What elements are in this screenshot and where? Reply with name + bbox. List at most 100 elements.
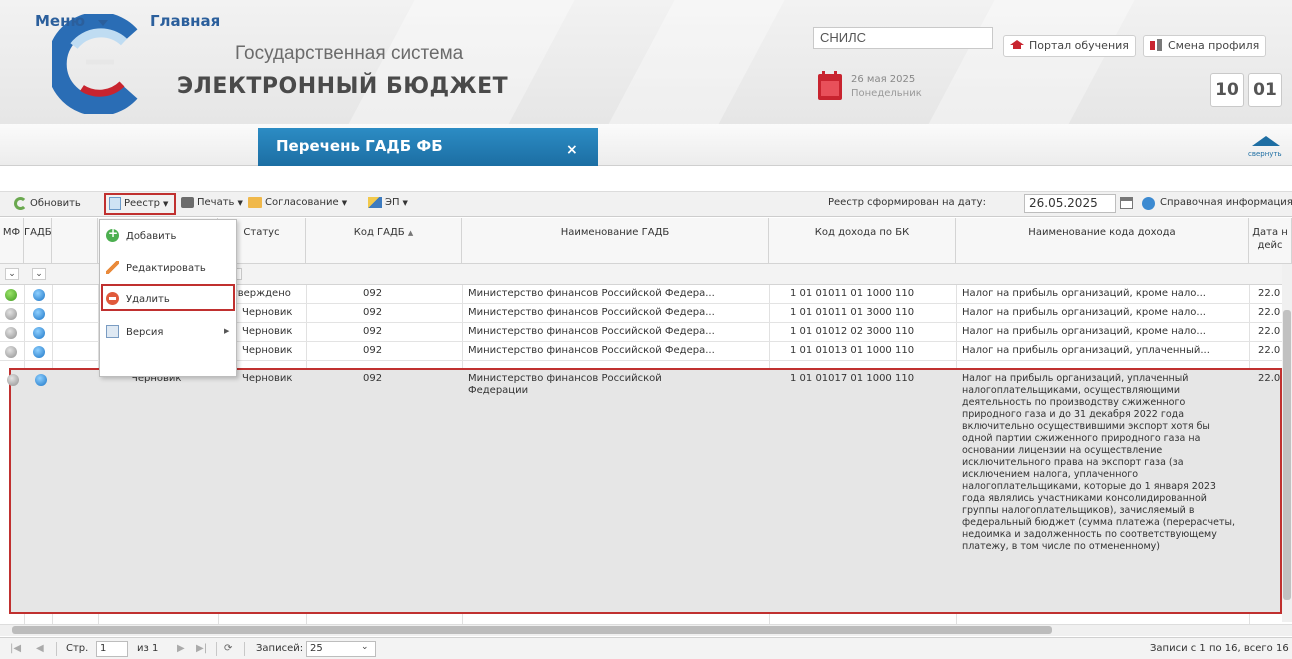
home-link[interactable]: Главная <box>150 12 220 30</box>
tab-gadb-list[interactable]: Перечень ГАДБ ФБ <box>258 128 598 166</box>
column-header-code[interactable]: Код ГАДБ ▲ <box>306 218 462 264</box>
info-link[interactable]: Справочная информация <box>1160 197 1292 208</box>
refresh-button[interactable]: Обновить <box>14 197 81 210</box>
weekday-text: Понедельник <box>851 88 922 99</box>
first-page-icon[interactable]: |◀ <box>10 643 21 654</box>
print-button[interactable]: Печать ▼ <box>181 197 243 208</box>
cell-kbk: 1 01 01011 01 3000 110 <box>790 307 915 318</box>
cell-kbk: 1 01 01011 01 1000 110 <box>790 288 915 299</box>
edit-icon <box>106 261 119 274</box>
cell-date: 22.0 <box>1258 345 1280 356</box>
switch-profile-button[interactable]: Смена профиля <box>1143 35 1267 57</box>
page-label: Стр. <box>66 643 89 654</box>
reload-icon[interactable]: ⟳ <box>224 643 232 654</box>
learning-portal-button[interactable]: Портал обучения <box>1003 35 1136 57</box>
records-label: Записей: <box>256 643 304 654</box>
delete-highlight <box>101 284 235 311</box>
submenu-arrow-icon: ▶ <box>224 327 230 335</box>
status-blue-icon <box>35 374 47 386</box>
cell-kbk-name: Налог на прибыль организаций, уплаченный… <box>962 345 1210 356</box>
next-page-icon[interactable]: ▶ <box>177 643 185 654</box>
header-decoration <box>920 0 1140 124</box>
clock-hours: 10 <box>1210 73 1244 107</box>
cell-kbk-name: Налог на прибыль организаций, уплаченный… <box>962 373 1236 552</box>
collapse-header-button[interactable]: свернуть <box>1248 134 1284 164</box>
selected-table-row[interactable]: Черновик Черновик 092 Министерство финан… <box>7 368 1282 614</box>
cell-date: 22.0 <box>1258 326 1280 337</box>
page-count: из 1 <box>137 643 159 654</box>
horizontal-scroll-thumb[interactable] <box>12 626 1052 634</box>
registry-highlight <box>104 193 176 215</box>
cell-kbk-name: Налог на прибыль организаций, кроме нало… <box>962 307 1206 318</box>
collapse-label: свернуть <box>1248 150 1282 158</box>
print-label: Печать <box>197 197 235 208</box>
signature-icon <box>368 197 382 208</box>
approval-button[interactable]: Согласование ▼ <box>248 197 347 208</box>
info-icon[interactable] <box>1142 197 1155 210</box>
calendar-picker-icon[interactable] <box>1120 197 1133 209</box>
cell-kbk: 1 01 01017 01 1000 110 <box>790 373 915 384</box>
status-blue-icon <box>33 327 45 339</box>
vertical-scroll-thumb[interactable] <box>1283 310 1291 600</box>
cell-name: Министерство финансов Российской Федера.… <box>468 345 715 356</box>
cell-date: 22.0 <box>1258 307 1280 318</box>
filter-mf-chevron-down-icon[interactable]: ⌄ <box>5 268 19 280</box>
registry-date-label: Реестр сформирован на дату: <box>828 197 986 208</box>
approval-label: Согласование <box>265 197 339 208</box>
column-header-mf[interactable]: МФ <box>0 218 24 264</box>
cell-status: Черновик <box>242 345 293 356</box>
menu-item-version-label: Версия <box>126 327 164 338</box>
cell-status: Черновик <box>242 326 293 337</box>
records-summary: Записи с 1 по 16, всего 16 <box>1150 643 1289 654</box>
filter-gadb-chevron-down-icon[interactable]: ⌄ <box>32 268 46 280</box>
menu-button[interactable]: Меню <box>35 12 85 30</box>
cell-date: 22.0 <box>1258 373 1280 384</box>
cell-date: 22.0 <box>1258 288 1280 299</box>
page-input[interactable]: 1 <box>96 641 128 657</box>
prev-page-icon[interactable]: ◀ <box>36 643 44 654</box>
status-blue-icon <box>33 346 45 358</box>
registry-date-input[interactable]: 26.05.2025 <box>1024 194 1116 213</box>
column-header-state[interactable] <box>52 218 98 264</box>
column-header-date[interactable]: Дата н дейс <box>1249 218 1292 264</box>
refresh-label: Обновить <box>30 198 81 209</box>
cell-code: 092 <box>363 307 383 318</box>
status-gray-icon <box>7 374 19 386</box>
records-per-page-select[interactable]: 25 ⌄ <box>306 641 376 657</box>
status-green-icon <box>5 289 17 301</box>
switch-profile-label: Смена профиля <box>1168 39 1260 52</box>
current-date: 26 мая 2025 Понедельник <box>813 71 953 107</box>
column-header-gadb[interactable]: ГАДБ <box>24 218 52 264</box>
menu-item-version[interactable]: Версия ▶ <box>100 318 236 346</box>
status-blue-icon <box>33 308 45 320</box>
cell-code: 092 <box>363 326 383 337</box>
signature-button[interactable]: ЭП ▼ <box>368 197 408 208</box>
column-header-name[interactable]: Наименование ГАДБ <box>462 218 769 264</box>
switch-profile-icon <box>1150 39 1163 51</box>
menu-item-edit-label: Редактировать <box>126 263 206 274</box>
graduation-cap-icon <box>1010 40 1024 50</box>
version-icon <box>106 325 119 338</box>
status-gray-icon <box>5 308 17 320</box>
snils-field[interactable]: СНИЛС <box>813 27 993 49</box>
divider <box>216 642 217 656</box>
close-tab-icon[interactable]: × <box>566 142 578 158</box>
main-nav <box>0 124 1292 166</box>
add-icon <box>106 226 119 242</box>
date-text: 26 мая 2025 <box>851 74 916 85</box>
last-page-icon[interactable]: ▶| <box>196 643 207 654</box>
menu-item-edit[interactable]: Редактировать <box>100 254 236 282</box>
menu-chevron-down-icon[interactable] <box>98 20 108 26</box>
cell-status: Черновик <box>242 373 293 384</box>
cell-kbk: 1 01 01012 02 3000 110 <box>790 326 915 337</box>
column-header-kbk-name[interactable]: Наименование кода дохода <box>956 218 1249 264</box>
chevron-down-icon: ▼ <box>402 198 408 207</box>
cell-code: 092 <box>363 373 383 384</box>
records-per-page-value: 25 <box>310 643 323 654</box>
learning-portal-label: Портал обучения <box>1029 39 1129 52</box>
pagination-bar: |◀ ◀ Стр. 1 из 1 ▶ ▶| ⟳ Записей: 25 ⌄ За… <box>0 637 1292 659</box>
column-header-kbk[interactable]: Код дохода по БК <box>769 218 956 264</box>
refresh-icon <box>14 197 27 210</box>
menu-item-add[interactable]: Добавить <box>100 222 236 250</box>
cell-code: 092 <box>363 288 383 299</box>
